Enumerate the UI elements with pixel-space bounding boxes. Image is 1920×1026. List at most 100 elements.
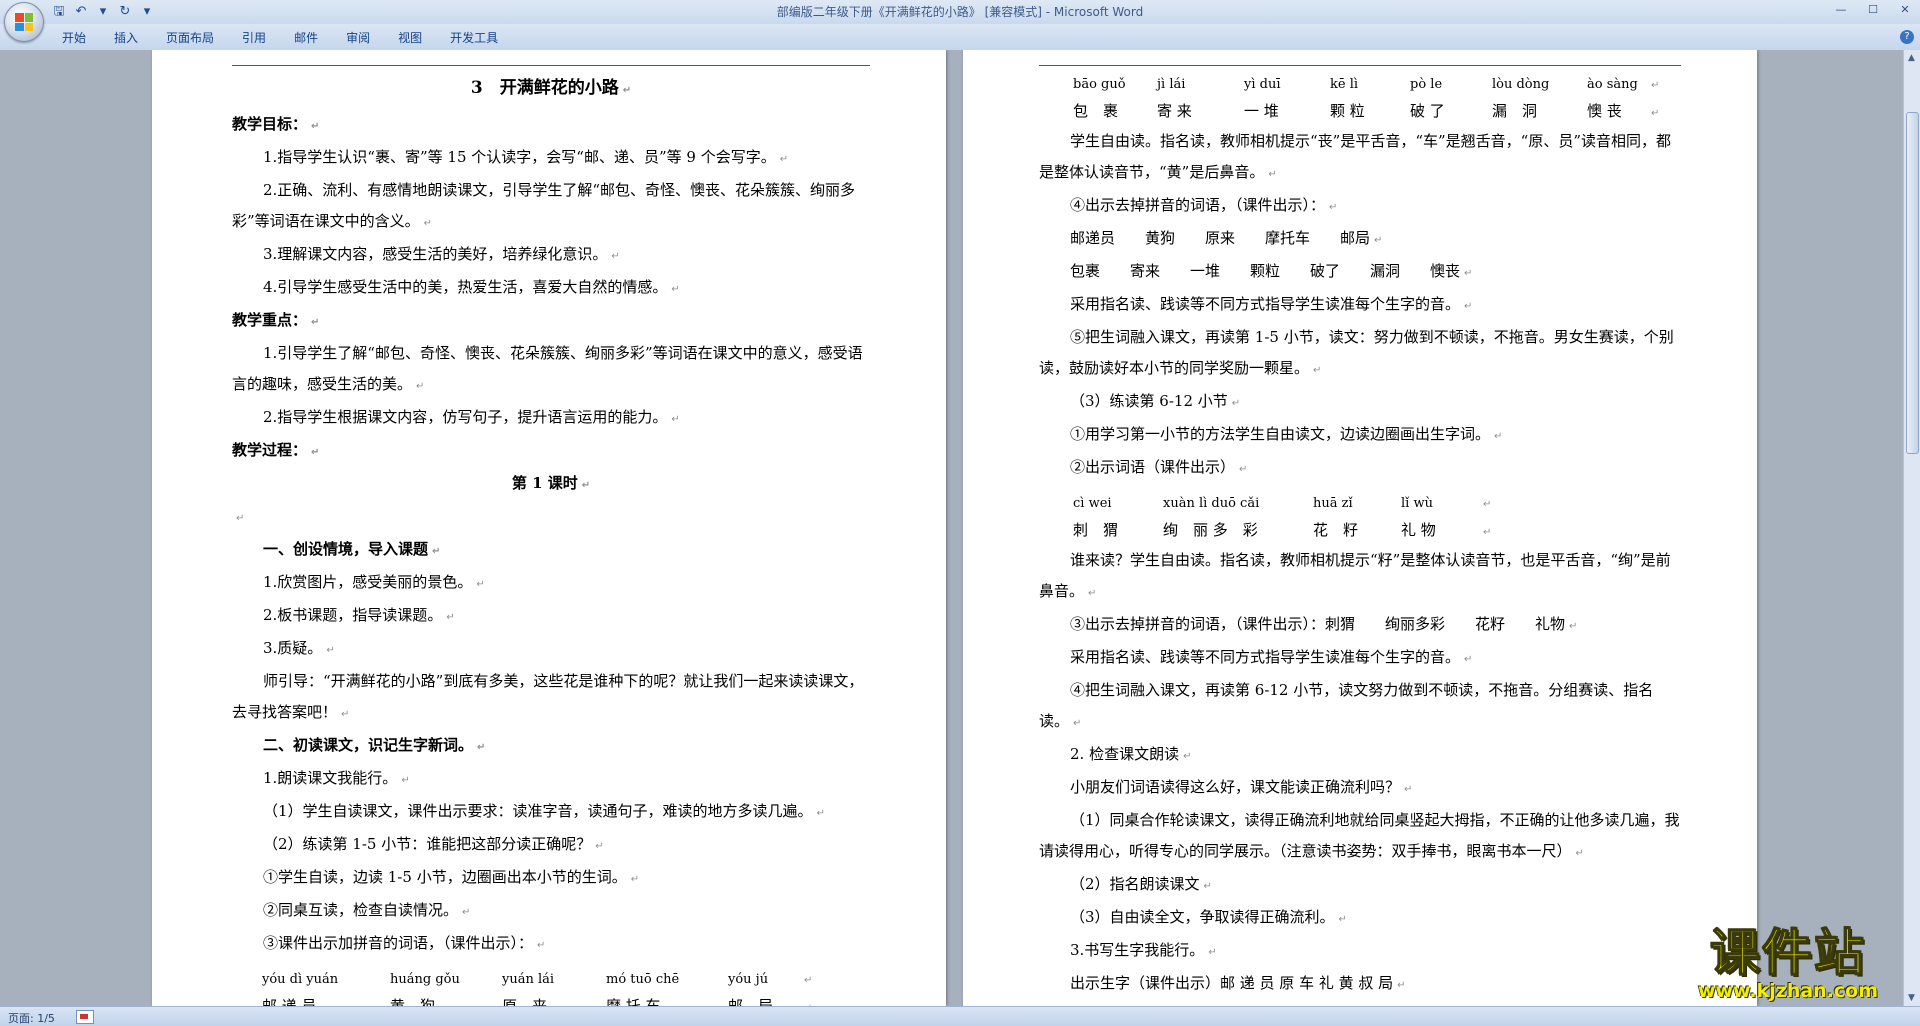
paragraph[interactable]: 2. 检查课文朗读 ↵ — [1039, 739, 1683, 772]
paragraph[interactable]: 邮递员 黄狗 原来 摩托车 邮局 ↵ — [1039, 223, 1683, 256]
paragraph-mark-icon: ↵ — [779, 154, 789, 165]
paragraph[interactable]: 3.书写生字我能行。 ↵ — [1039, 935, 1683, 968]
paragraph[interactable]: 1.朗读课文我能行。 ↵ — [232, 763, 870, 796]
paragraph[interactable]: 采用指名读、践读等不同方式指导学生读准每个生字的音。 ↵ — [1039, 289, 1683, 322]
paragraph-mark-icon: ↵ — [1494, 431, 1503, 442]
paragraph[interactable]: ↵ — [232, 501, 870, 534]
paragraph-text: ②同桌互读，检查自读情况。 — [263, 901, 459, 919]
paragraph[interactable]: 教学重点： ↵ — [232, 305, 870, 338]
vocab-word: 原 来 — [502, 997, 548, 1006]
characters-row[interactable]: 刺 猬 绚 丽 多 彩 花 籽 礼 物 ↵ — [1039, 518, 1683, 545]
customize-qat-icon[interactable]: ▾ — [138, 3, 156, 21]
paragraph[interactable]: 第 1 课时 ↵ — [232, 468, 870, 501]
paragraph[interactable]: ②同桌互读，检查自读情况。 ↵ — [232, 895, 870, 928]
paragraph[interactable]: 出示生字（课件出示）邮 递 员 原 车 礼 黄 叔 局 ↵ — [1039, 968, 1683, 1001]
tab-1[interactable]: 插入 — [100, 24, 152, 50]
vocab-word: 黄 狗 — [390, 997, 436, 1006]
paragraph[interactable]: （3）练读第 6-12 小节 ↵ — [1039, 386, 1683, 419]
page-2-content[interactable]: bāo guǒ jì lái yì duī kē lì pò le lòu dòng ào … — [1039, 66, 1683, 1006]
paragraph[interactable]: 1.欣赏图片，感受美丽的景色。 ↵ — [232, 567, 870, 600]
paragraph[interactable]: 谁来读？学生自由读。指名读，教师相机提示“籽”是整体认读音节，也是平舌音，“绚”… — [1039, 545, 1683, 609]
paragraph[interactable]: 2.指导学生根据课文内容，仿写句子，提升语言运用的能力。 ↵ — [232, 402, 870, 435]
characters-row[interactable]: 邮 递 员 黄 狗 原 来 摩 托 车 邮 局 ↵ — [232, 994, 870, 1006]
office-button[interactable] — [4, 2, 44, 42]
paragraph[interactable]: ①用学习第一小节的方法学生自由读文，边读边圈画出生字词。 ↵ — [1039, 419, 1683, 452]
maximize-button[interactable]: ☐ — [1864, 3, 1882, 16]
paragraph[interactable]: 采用指名读、践读等不同方式指导学生读准每个生字的音。 ↵ — [1039, 642, 1683, 675]
close-button[interactable]: ✕ — [1896, 3, 1914, 16]
pinyin-row[interactable]: cì wei xuàn lì duō cǎi huā zǐ lǐ wù ↵ — [1039, 485, 1683, 518]
paragraph[interactable]: ③出示去掉拼音的词语，（课件出示）：刺猬 绚丽多彩 花籽 礼物 ↵ — [1039, 609, 1683, 642]
paragraph-text: 第 1 课时 — [511, 474, 578, 492]
tab-6[interactable]: 视图 — [384, 24, 436, 50]
paragraph[interactable]: 4.引导学生感受生活中的美，热爱生活，喜爱大自然的情感。 ↵ — [232, 272, 870, 305]
tab-3[interactable]: 引用 — [228, 24, 280, 50]
paragraph[interactable]: 1.引导学生了解“邮包、奇怪、懊丧、花朵簇簇、绚丽多彩”等词语在课文中的意义，感… — [232, 338, 870, 402]
paragraph-mark-icon: ↵ — [1464, 301, 1473, 312]
document-page-1[interactable]: 3 开满鲜花的小路 ↵ 教学目标： ↵ 1.指导学生认识“裹、寄”等 15 个认读字，会… — [152, 50, 946, 1006]
paragraph-mark-icon: ↵ — [581, 480, 591, 491]
paragraph[interactable]: （1）学生自读课文，课件出示要求：读准字音，读通句子，难读的地方多读几遍。 ↵ — [232, 796, 870, 829]
vocab-word: 绚 丽 多 彩 — [1163, 521, 1258, 539]
paragraph-mark-icon: ↵ — [1483, 499, 1492, 510]
pinyin-row[interactable]: yóu dì yuán huáng gǒu yuán lái mó tuō chē yó… — [232, 961, 870, 994]
paragraph[interactable]: （2）练读第 1-5 小节：谁能把这部分读正确呢？ ↵ — [232, 829, 870, 862]
tab-7[interactable]: 开发工具 — [436, 24, 512, 50]
document-area[interactable]: 3 开满鲜花的小路 ↵ 教学目标： ↵ 1.指导学生认识“裹、寄”等 15 个认读字，会… — [0, 50, 1904, 1006]
paragraph[interactable]: ④出示去掉拼音的词语，（课件出示）： ↵ — [1039, 190, 1683, 223]
tab-2[interactable]: 页面布局 — [152, 24, 228, 50]
paragraph[interactable]: 二、初读课文，识记生字新词。 ↵ — [232, 730, 870, 763]
paragraph[interactable]: 2.正确、流利、有感情地朗读课文，引导学生了解“邮包、奇怪、懊丧、花朵簇簇、绚丽… — [232, 175, 870, 239]
minimize-button[interactable]: — — [1832, 3, 1850, 16]
paragraph[interactable]: ①学生自读，边读 1-5 小节，边圈画出本小节的生词。 ↵ — [232, 862, 870, 895]
paragraph-mark-icon: ↵ — [537, 940, 546, 951]
paragraph[interactable]: （1）同桌合作轮读课文，读得正确流利地就给同桌竖起大拇指，不正确的让他多读几遍，… — [1039, 805, 1683, 869]
status-page-count[interactable]: 页面: 1/5 — [8, 1010, 55, 1026]
paragraph-mark-icon: ↵ — [1313, 365, 1322, 376]
paragraph[interactable]: 3.质疑。 ↵ — [232, 633, 870, 666]
tab-0[interactable]: 开始 — [48, 24, 100, 50]
paragraph[interactable]: 一、创设情境，导入课题 ↵ — [232, 534, 870, 567]
paragraph[interactable]: 教学目标： ↵ — [232, 109, 870, 142]
characters-row[interactable]: 包 裹 寄 来 一 堆 颗 粒 破 了 漏 洞 懊 丧 ↵ — [1039, 99, 1683, 126]
tab-4[interactable]: 邮件 — [280, 24, 332, 50]
help-icon[interactable]: ? — [1900, 30, 1914, 44]
paragraph-text: ③出示去掉拼音的词语，（课件出示）：刺猬 绚丽多彩 花籽 礼物 — [1070, 615, 1566, 633]
undo-dropdown-icon[interactable]: ▾ — [94, 3, 112, 21]
pinyin-row[interactable]: bāo guǒ jì lái yì duī kē lì pò le lòu dòng ào … — [1039, 66, 1683, 99]
paragraph-text: 2.指导学生根据课文内容，仿写句子，提升语言运用的能力。 — [263, 408, 668, 426]
paragraph[interactable]: ⑤把生词融入课文，再读第 1-5 小节，读文：努力做到不顿读，不拖音。男女生赛读… — [1039, 322, 1683, 386]
paragraph[interactable]: （2）指名朗读课文 ↵ — [1039, 869, 1683, 902]
paragraph[interactable]: 1.指导学生认识“裹、寄”等 15 个认读字，会写“邮、递、员”等 9 个会写字… — [232, 142, 870, 175]
paragraph[interactable]: 2.板书课题，指导读课题。 ↵ — [232, 600, 870, 633]
save-icon[interactable]: 🖫 — [50, 3, 68, 21]
paragraph[interactable]: 师引导：“开满鲜花的小路”到底有多美，这些花是谁种下的呢？就让我们一起来读读课文… — [232, 666, 870, 730]
paragraph[interactable]: 小朋友们词语读得这么好，课文能读正确流利吗？ ↵ — [1039, 772, 1683, 805]
paragraph[interactable]: （3）自由读全文，争取读得正确流利。 ↵ — [1039, 902, 1683, 935]
paragraph[interactable]: ④把生词融入课文，再读第 6-12 小节，读文努力做到不顿读，不拖音。分组赛读、… — [1039, 675, 1683, 739]
paragraph[interactable]: 3.理解课文内容，感受生活的美好，培养绿化意识。 ↵ — [232, 239, 870, 272]
vertical-scrollbar[interactable]: ▲ ▼ — [1903, 50, 1920, 1006]
paragraph-mark-icon: ↵ — [1231, 398, 1241, 409]
undo-icon[interactable]: ↶ — [72, 3, 90, 21]
paragraph-mark-icon: ↵ — [1208, 947, 1217, 958]
page-1-content[interactable]: 3 开满鲜花的小路 ↵ 教学目标： ↵ 1.指导学生认识“裹、寄”等 15 个认读字，会… — [232, 70, 870, 1006]
proofing-icon[interactable] — [76, 1010, 94, 1024]
scrollbar-thumb[interactable] — [1906, 112, 1919, 454]
paragraph[interactable]: 包裹 寄来 一堆 颗粒 破了 漏洞 懊丧 ↵ — [1039, 256, 1683, 289]
document-page-2[interactable]: bāo guǒ jì lái yì duī kē lì pò le lòu dòng ào … — [963, 50, 1757, 1006]
paragraph[interactable]: 学生自由读。指名读，教师相机提示“丧”是平舌音，“车”是翘舌音，“原、员”读音相… — [1039, 126, 1683, 190]
paragraph[interactable]: ②出示词语（课件出示） ↵ — [1039, 452, 1683, 485]
paragraph[interactable]: 教学过程： ↵ — [232, 435, 870, 468]
vocab-word: 一 堆 — [1244, 102, 1279, 120]
paragraph-text: 2.正确、流利、有感情地朗读课文，引导学生了解“邮包、奇怪、懊丧、花朵簇簇、绚丽… — [232, 181, 855, 230]
paragraph[interactable]: ③课件出示加拼音的词语，（课件出示）： ↵ — [232, 928, 870, 961]
scroll-up-icon[interactable]: ▲ — [1906, 52, 1917, 64]
header-line — [232, 65, 870, 66]
redo-icon[interactable]: ↻ — [116, 3, 134, 21]
paragraph-text: ④把生词融入课文，再读第 6-12 小节，读文努力做到不顿读，不拖音。分组赛读、… — [1039, 681, 1654, 730]
pinyin-word: yóu dì yuán — [262, 972, 339, 987]
paragraph-mark-icon: ↵ — [630, 874, 640, 885]
paragraph[interactable]: 3 开满鲜花的小路 ↵ — [232, 70, 870, 109]
tab-5[interactable]: 审阅 — [332, 24, 384, 50]
